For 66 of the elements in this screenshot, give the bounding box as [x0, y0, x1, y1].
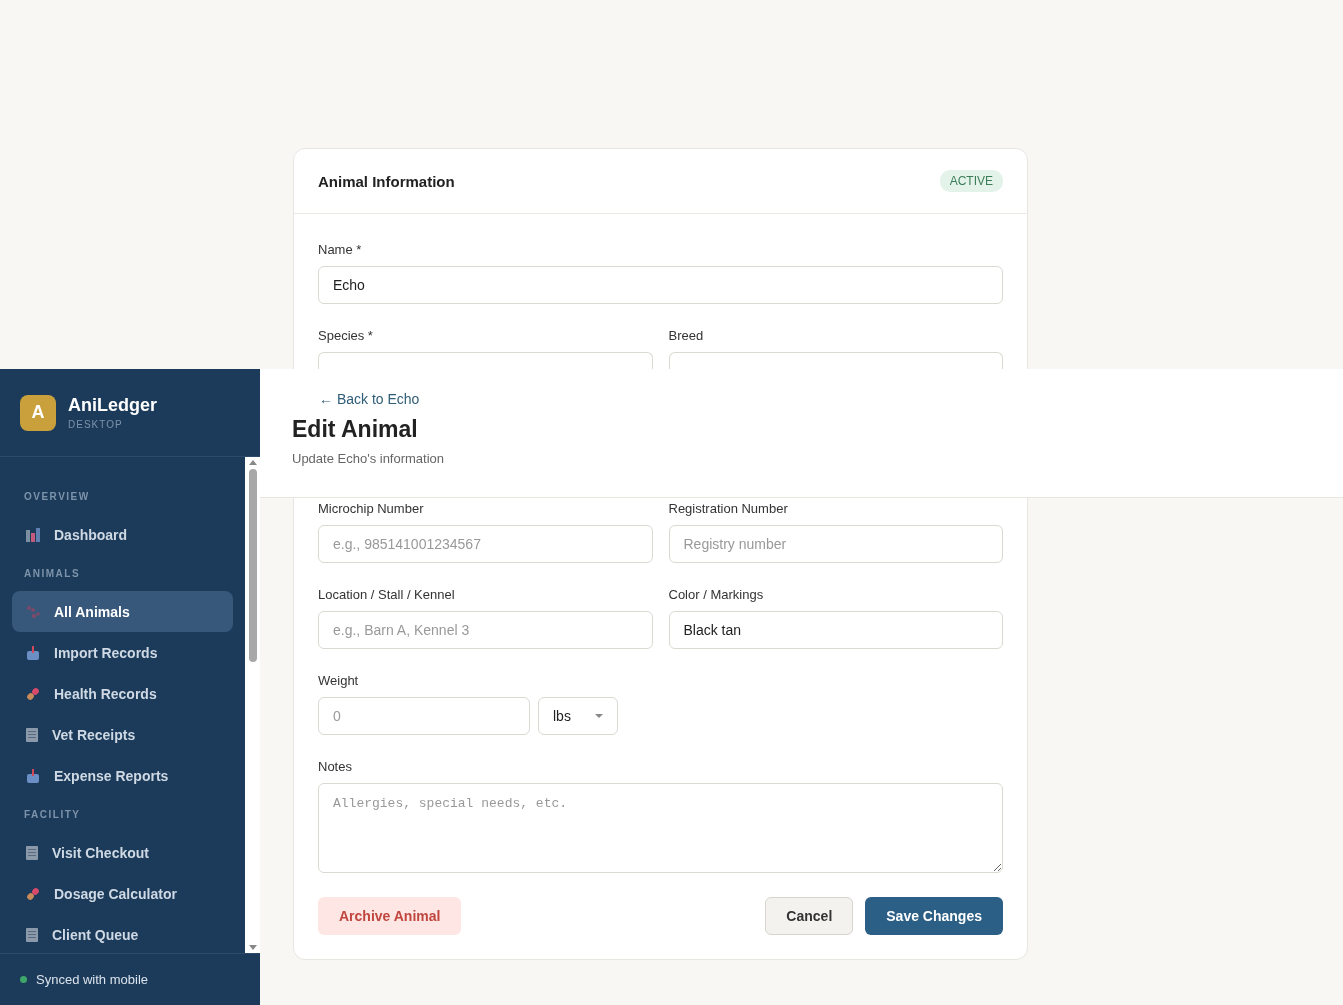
app-logo: A	[20, 394, 56, 431]
nav-label: Visit Checkout	[52, 844, 149, 861]
receipt-icon	[26, 727, 38, 742]
field-label: Species *	[318, 328, 374, 344]
inbox-tray-icon	[26, 645, 40, 660]
nav-label: Dashboard	[54, 526, 128, 543]
scrollbar[interactable]	[245, 457, 260, 953]
section-title: OVERVIEW	[23, 490, 91, 504]
nav-item[interactable]: Import Records	[12, 632, 233, 673]
field-label: Notes	[318, 759, 353, 775]
text-field[interactable]	[318, 352, 653, 372]
bar-chart-icon	[26, 527, 40, 542]
nav-item[interactable]: All Animals	[12, 591, 233, 632]
app-name: AniLedger	[68, 395, 157, 416]
nav-item[interactable]: Dashboard	[12, 514, 233, 555]
archive-button[interactable]: Archive Animal	[318, 897, 462, 935]
save-button[interactable]: Save Changes	[865, 897, 1003, 935]
text-field[interactable]: Registry number	[668, 525, 1003, 563]
app-subtitle: DESKTOP	[68, 419, 124, 430]
nav-item[interactable]: Vet Receipts	[12, 714, 233, 755]
weight-field[interactable]: 0	[318, 697, 530, 735]
text-field[interactable]: e.g., Barn A, Kennel 3	[318, 611, 653, 649]
nav-label: Client Queue	[52, 926, 139, 943]
field-label: Weight	[318, 673, 360, 689]
unit-select[interactable]: lbs	[538, 697, 618, 735]
text-field[interactable]	[668, 352, 1003, 372]
page-title: Edit Animal	[292, 416, 418, 443]
nav-item[interactable]: Health Records	[12, 673, 233, 714]
receipt-icon	[26, 845, 38, 860]
field-label: Microchip Number	[318, 501, 425, 517]
text-field[interactable]: Echo	[318, 266, 1003, 304]
scroll-down-icon[interactable]	[248, 945, 257, 950]
section-title: FACILITY	[23, 808, 82, 822]
nav-item[interactable]: Dosage Calculator	[12, 873, 233, 914]
caret-icon	[595, 714, 603, 718]
text-field[interactable]: Black tan	[668, 611, 1003, 649]
status-badge: ACTIVE	[939, 170, 1003, 192]
pill-icon	[26, 686, 40, 701]
notes-field[interactable]: Allergies, special needs, etc.	[318, 783, 1003, 873]
card-title: Animal Information	[318, 172, 455, 190]
field-label: Breed	[668, 328, 705, 344]
text-field[interactable]: e.g., 985141001234567	[318, 525, 653, 563]
nav-label: Dosage Calculator	[54, 885, 177, 902]
field-label: Location / Stall / Kennel	[318, 587, 456, 603]
field-label: Registration Number	[668, 501, 789, 517]
sync-status: Synced with mobile	[36, 972, 148, 987]
page-subtitle: Update Echo's information	[292, 451, 445, 466]
nav-label: Import Records	[54, 644, 158, 661]
nav-label: Expense Reports	[54, 767, 169, 784]
nav-item[interactable]: Visit Checkout	[12, 832, 233, 873]
field-label: Color / Markings	[668, 587, 765, 603]
inbox-tray-icon	[26, 768, 40, 783]
pill-icon	[26, 886, 40, 901]
scroll-up-icon[interactable]	[248, 460, 257, 465]
nav-label: Health Records	[54, 685, 157, 702]
nav-item[interactable]: Expense Reports	[12, 755, 233, 796]
section-title: ANIMALS	[23, 567, 82, 581]
nav-label: All Animals	[54, 603, 130, 620]
nav-item[interactable]: Client Queue	[12, 914, 233, 953]
paw-icon	[26, 604, 40, 619]
field-label: Name *	[318, 242, 363, 258]
scrollbar-thumb[interactable]	[248, 469, 257, 662]
cancel-button[interactable]: Cancel	[765, 897, 854, 935]
nav-label: Vet Receipts	[52, 726, 136, 743]
receipt-icon	[26, 927, 38, 942]
back-link[interactable]: ← Back to Echo	[319, 391, 420, 407]
